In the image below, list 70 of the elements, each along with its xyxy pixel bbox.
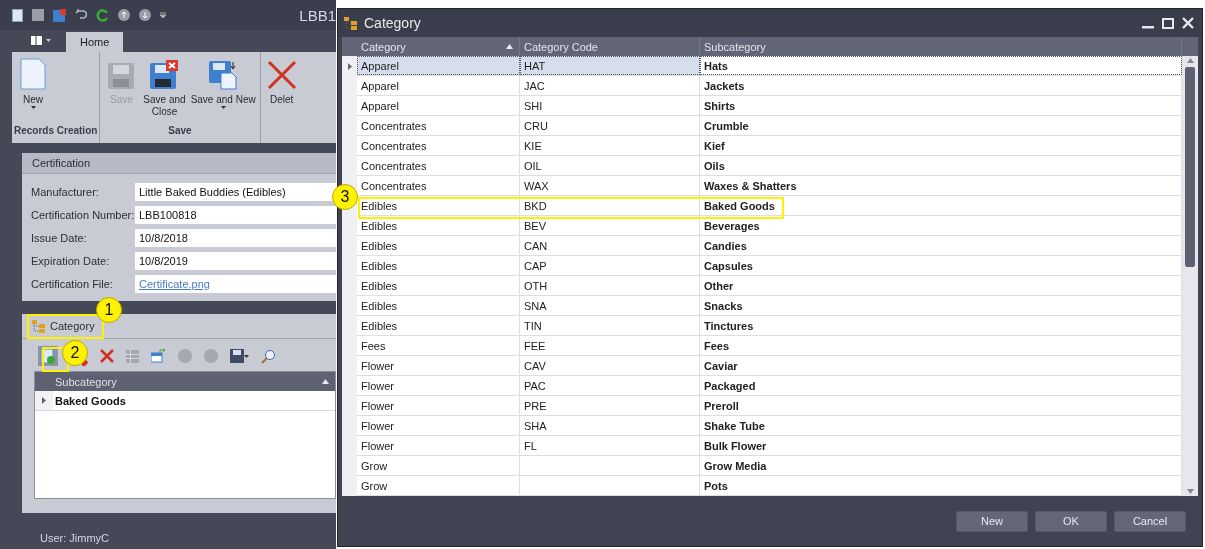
table-cell: Grow (357, 456, 520, 475)
column-header[interactable]: Subcategory (55, 375, 117, 388)
input-field[interactable]: 10/8/2019 (135, 251, 336, 270)
table-cell: PRE (520, 396, 700, 415)
tab-label[interactable]: Category (50, 320, 95, 332)
table-cell: Edibles (357, 316, 520, 335)
table-cell-text: Baked Goods (54, 394, 126, 407)
table-cell: JAC (520, 76, 700, 95)
table-cell: FL (520, 436, 700, 455)
status-bar-text: User: JimmyC (39, 531, 111, 546)
table-cell: Flower (357, 416, 520, 435)
field-label: Manufacturer: (31, 185, 100, 198)
table-cell: Concentrates (357, 176, 520, 195)
table-cell: WAX (520, 176, 700, 195)
file-link[interactable]: Certificate.png (139, 277, 210, 290)
table-cell: BEV (520, 216, 700, 235)
panel-header: Certification (22, 153, 336, 174)
field-label: Issue Date: (31, 231, 88, 244)
field-label: Expiration Date: (31, 254, 111, 267)
table-cell: HAT (520, 56, 700, 75)
input-field[interactable]: LBB100818 (135, 205, 336, 224)
table-cell: CAP (520, 256, 700, 275)
dialog-button[interactable]: New (956, 510, 1028, 532)
ribbon-button[interactable]: New (14, 56, 52, 125)
ribbon-button[interactable]: Save and Close (141, 56, 188, 125)
dialog-button[interactable]: Cancel (1114, 510, 1186, 532)
table-cell: Apparel (357, 96, 520, 115)
table-cell: Concentrates (357, 156, 520, 175)
table-cell: Edibles (357, 296, 520, 315)
table-cell: BKD (520, 196, 700, 215)
table-cell: CAV (520, 356, 700, 375)
field-label: Certification Number: (31, 208, 135, 221)
table-cell: Flower (357, 356, 520, 375)
table-cell: Fees (357, 336, 520, 355)
table-cell: Edibles (357, 276, 520, 295)
dialog-title: Category (364, 15, 421, 31)
field-label: Certification File: (31, 277, 114, 290)
table-cell: SHI (520, 96, 700, 115)
table-cell: FEE (520, 336, 700, 355)
table-cell: PAC (520, 376, 700, 395)
window-title: LBB1 (299, 6, 336, 24)
input-field[interactable]: Little Baked Buddies (Edibles) (135, 182, 336, 201)
group-label: Records Creation (14, 125, 98, 138)
group-label: Save (167, 125, 193, 138)
table-cell: Hats (700, 56, 1182, 75)
table-cell: TIN (520, 316, 700, 335)
table-cell: CAN (520, 236, 700, 255)
ribbon-button[interactable]: Delet (262, 56, 301, 143)
table-cell: Grow (357, 476, 520, 495)
ribbon-tab[interactable]: Home (66, 32, 124, 52)
table-cell: KIE (520, 136, 700, 155)
table-cell: Apparel (357, 76, 520, 95)
table-cell: Flower (357, 436, 520, 455)
table-cell: Concentrates (357, 116, 520, 135)
input-field[interactable]: 10/8/2018 (135, 228, 336, 247)
ribbon-button[interactable]: Save and New (188, 56, 258, 125)
table-cell: Edibles (357, 256, 520, 275)
table-cell: Edibles (357, 236, 520, 255)
table-cell: Apparel (357, 56, 520, 75)
table-cell: Flower (357, 396, 520, 415)
table-cell: Edibles (357, 216, 520, 235)
input-field[interactable]: Certificate.png (135, 274, 336, 293)
table-cell: SNA (520, 296, 700, 315)
table-cell: SHA (520, 416, 700, 435)
table-cell: Concentrates (357, 136, 520, 155)
dialog-button[interactable]: OK (1035, 510, 1107, 532)
table-cell: CRU (520, 116, 700, 135)
table-cell: Flower (357, 376, 520, 395)
table-cell: OTH (520, 276, 700, 295)
table-cell: OIL (520, 156, 700, 175)
